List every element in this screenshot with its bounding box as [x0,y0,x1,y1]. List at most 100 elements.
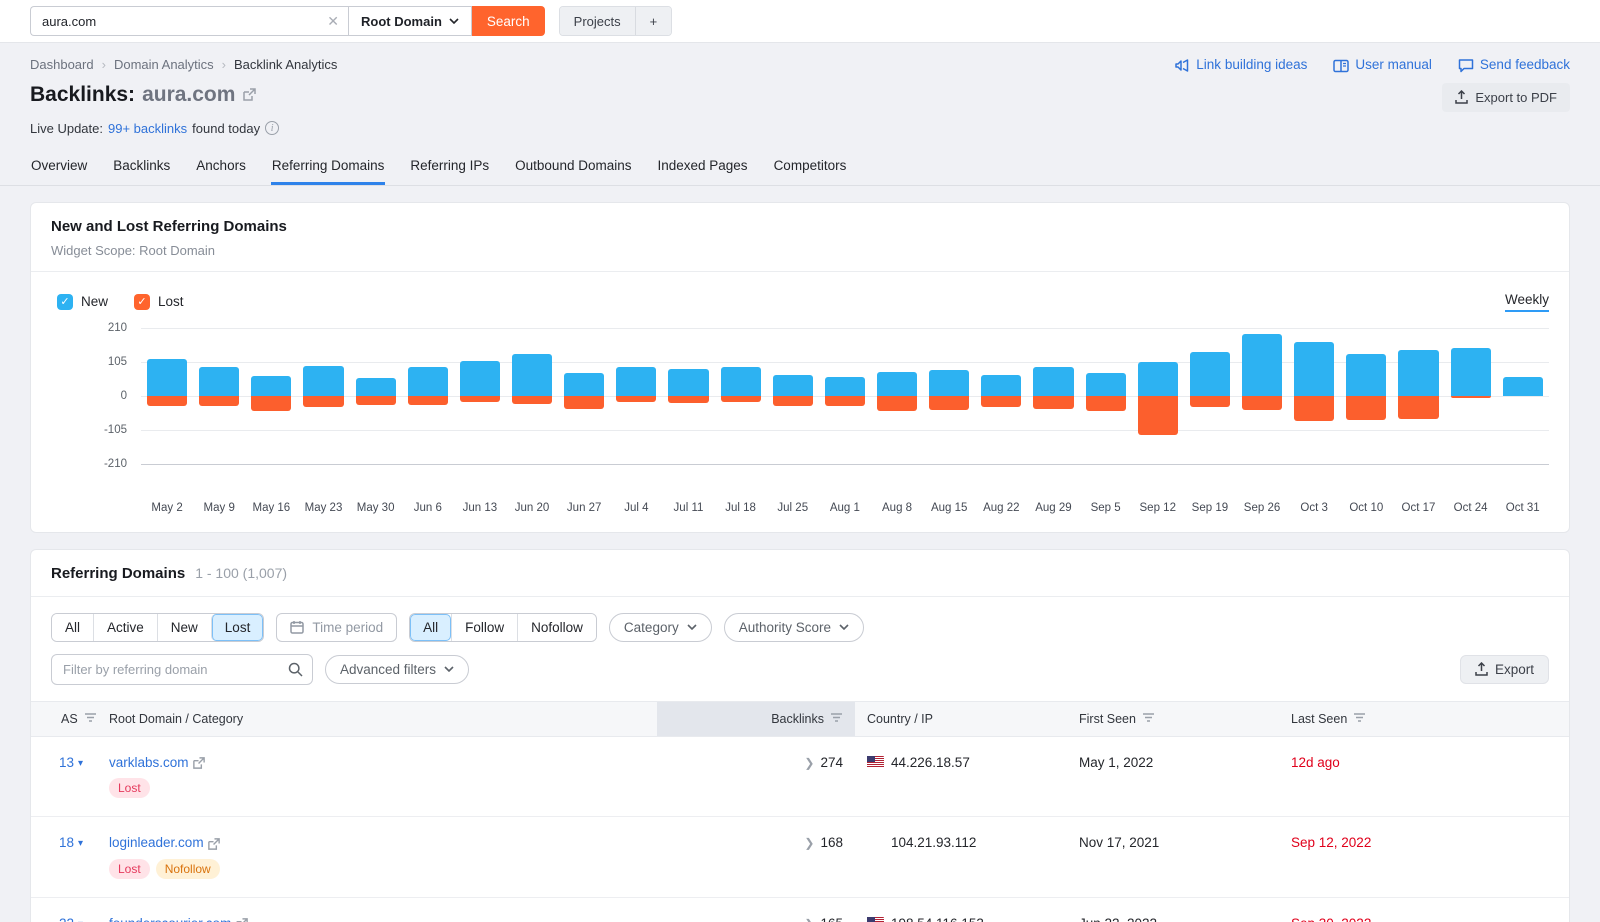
bar-jun-13[interactable] [460,328,500,464]
backlinks-cell[interactable]: ❯168 [657,817,855,896]
header-link-user-manual[interactable]: User manual [1333,57,1432,72]
bar-jul-25[interactable] [773,328,813,464]
bar-oct-31[interactable] [1503,328,1543,464]
category-dropdown[interactable]: Category [609,613,712,642]
lost-bar-segment [616,396,656,402]
bar-jul-4[interactable] [616,328,656,464]
bar-jun-20[interactable] [512,328,552,464]
tab-backlinks[interactable]: Backlinks [112,152,171,185]
bar-aug-1[interactable] [825,328,865,464]
bar-oct-3[interactable] [1294,328,1334,464]
advanced-filters-dropdown[interactable]: Advanced filters [325,655,469,684]
search-button[interactable]: Search [472,6,545,36]
live-update-prefix: Live Update: [30,121,103,136]
new-bar-segment [1346,354,1386,396]
bar-jun-27[interactable] [564,328,604,464]
projects-button[interactable]: Projects [560,7,635,35]
bar-aug-8[interactable] [877,328,917,464]
domain-link[interactable]: varklabs.com [109,755,189,770]
domain-link[interactable]: loginleader.com [109,835,204,850]
breadcrumb-item-dashboard[interactable]: Dashboard [30,57,94,72]
lost-bar-segment [251,396,291,412]
external-link-icon[interactable] [204,835,222,850]
status-filter-lost[interactable]: Lost [211,614,264,641]
tab-overview[interactable]: Overview [30,152,88,185]
new-bar-segment [356,378,396,396]
tab-outbound-domains[interactable]: Outbound Domains [514,152,632,185]
header-link-link-building-ideas[interactable]: Link building ideas [1174,57,1307,73]
export-label: Export [1495,662,1534,677]
lost-bar-segment [825,396,865,406]
domain-cell: varklabs.com Lost [97,737,657,816]
bar-may-23[interactable] [303,328,343,464]
tab-referring-domains[interactable]: Referring Domains [271,152,386,185]
y-axis-tick: -105 [104,424,127,436]
backlinks-cell[interactable]: ❯274 [657,737,855,816]
domain-link[interactable]: founderscourier.com [109,916,231,922]
bar-may-9[interactable] [199,328,239,464]
info-icon[interactable]: i [265,121,279,135]
as-cell[interactable]: 22▾ [31,898,97,922]
new-bar-segment [1503,377,1543,396]
export-to-pdf-button[interactable]: Export to PDF [1442,83,1570,112]
country-ip-cell: 104.21.93.112 [855,817,1067,896]
bar-jun-6[interactable] [408,328,448,464]
external-link-icon[interactable] [231,916,249,922]
export-button[interactable]: Export [1460,655,1549,684]
follow-filter-all[interactable]: All [410,614,451,641]
add-project-button[interactable]: + [635,7,672,35]
live-update-link[interactable]: 99+ backlinks [108,121,187,136]
status-filter-new[interactable]: New [157,614,211,641]
legend-checkbox-lost[interactable]: ✓Lost [134,294,184,310]
bar-sep-5[interactable] [1086,328,1126,464]
column-header-country-ip[interactable]: Country / IP [855,702,1067,736]
bar-oct-24[interactable] [1451,328,1491,464]
bar-sep-12[interactable] [1138,328,1178,464]
column-header-last-seen[interactable]: Last Seen [1279,702,1569,736]
search-icon[interactable] [288,661,303,677]
status-filter-active[interactable]: Active [93,614,157,641]
follow-filter-follow[interactable]: Follow [451,614,517,641]
last-seen-cell: Sep 30, 2022 [1279,898,1569,922]
as-cell[interactable]: 18▾ [31,817,97,896]
column-header-first-seen[interactable]: First Seen [1067,702,1279,736]
column-header-root-domain-category[interactable]: Root Domain / Category [97,702,657,736]
weekly-toggle[interactable]: Weekly [1505,292,1549,312]
domain-filter-input[interactable] [51,654,313,685]
bar-sep-19[interactable] [1190,328,1230,464]
search-input[interactable] [30,6,348,36]
bar-oct-17[interactable] [1398,328,1438,464]
legend-checkbox-new[interactable]: ✓New [57,294,108,310]
bar-may-16[interactable] [251,328,291,464]
header-link-send-feedback[interactable]: Send feedback [1458,57,1570,73]
tab-indexed-pages[interactable]: Indexed Pages [656,152,748,185]
bar-aug-15[interactable] [929,328,969,464]
as-cell[interactable]: 13▾ [31,737,97,816]
bar-aug-29[interactable] [1033,328,1073,464]
bar-may-2[interactable] [147,328,187,464]
bar-jul-11[interactable] [668,328,708,464]
time-period-button[interactable]: Time period [276,613,397,642]
bar-jul-18[interactable] [721,328,761,464]
tab-competitors[interactable]: Competitors [773,152,848,185]
ip-value: 104.21.93.112 [891,835,976,850]
authority-score-dropdown[interactable]: Authority Score [724,613,864,642]
external-link-icon[interactable] [242,87,257,102]
bar-sep-26[interactable] [1242,328,1282,464]
status-filter-all[interactable]: All [52,614,93,641]
breadcrumb-item-domain-analytics[interactable]: Domain Analytics [114,57,214,72]
tab-anchors[interactable]: Anchors [195,152,247,185]
column-header-backlinks[interactable]: Backlinks [657,702,855,736]
bar-may-30[interactable] [356,328,396,464]
bar-oct-10[interactable] [1346,328,1386,464]
backlinks-cell[interactable]: ❯165 [657,898,855,922]
column-header-as[interactable]: AS [31,702,97,736]
tab-referring-ips[interactable]: Referring IPs [409,152,490,185]
y-axis-tick: 105 [108,356,127,368]
external-link-icon[interactable] [189,755,207,770]
bar-aug-22[interactable] [981,328,1021,464]
follow-filter-nofollow[interactable]: Nofollow [517,614,596,641]
chart-legend: ✓New ✓Lost Weekly [31,272,1569,316]
scope-select[interactable]: Root Domain [348,6,472,36]
clear-search-icon[interactable]: ✕ [327,14,339,28]
